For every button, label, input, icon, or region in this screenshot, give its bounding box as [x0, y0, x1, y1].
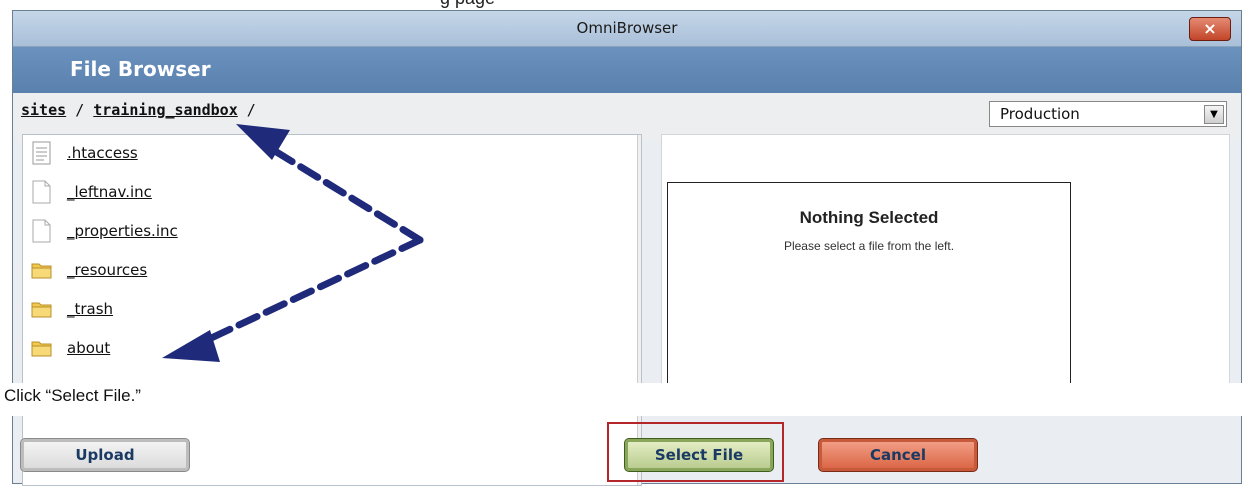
background-text: g page	[440, 0, 495, 9]
file-list: .htaccess _leftnav.inc _properties.inc _…	[22, 134, 642, 486]
instruction-text: Click “Select File.”	[4, 386, 141, 405]
folder-icon	[31, 341, 52, 357]
file-item-label[interactable]: .htaccess	[67, 144, 138, 162]
scroll-up-icon[interactable]: ▲	[638, 135, 641, 157]
breadcrumb-separator: /	[246, 101, 256, 119]
folder-icon	[31, 302, 52, 318]
chevron-down-icon[interactable]: ▼	[1204, 105, 1224, 124]
dialog-titlebar: OmniBrowser ×	[13, 11, 1241, 47]
dialog-title: OmniBrowser	[576, 19, 678, 37]
file-icon	[32, 219, 51, 243]
breadcrumb-separator: /	[75, 101, 85, 119]
file-item-label[interactable]: _leftnav.inc	[67, 183, 152, 201]
breadcrumb: sites / training_sandbox /	[21, 101, 256, 119]
file-item-label[interactable]: _trash	[67, 300, 113, 318]
instruction-band	[0, 383, 1251, 416]
folder-icon	[31, 263, 52, 279]
environment-select-value: Production	[1000, 105, 1080, 123]
file-icon	[32, 180, 51, 204]
file-item-label[interactable]: _resources	[67, 261, 147, 279]
close-button[interactable]: ×	[1189, 17, 1231, 41]
file-browser-title: File Browser	[70, 57, 211, 81]
preview-message: Please select a file from the left.	[783, 239, 955, 253]
scrollbar-thumb[interactable]	[641, 168, 642, 282]
upload-button[interactable]: Upload	[20, 438, 190, 472]
file-browser-header: File Browser	[13, 47, 1241, 93]
preview-title: Nothing Selected	[799, 208, 939, 227]
nothing-selected-box: Nothing Selected Please select a file fr…	[667, 182, 1071, 414]
file-item-label[interactable]: about	[67, 339, 110, 357]
file-item-label[interactable]: _properties.inc	[67, 222, 178, 240]
close-icon: ×	[1203, 19, 1217, 38]
breadcrumb-sites[interactable]: sites	[21, 101, 66, 119]
cancel-button[interactable]: Cancel	[818, 438, 978, 472]
breadcrumb-training-sandbox[interactable]: training_sandbox	[93, 101, 238, 119]
select-file-button[interactable]: Select File	[624, 438, 774, 472]
text-file-icon	[32, 141, 51, 165]
environment-select[interactable]: Production ▼	[989, 101, 1227, 127]
